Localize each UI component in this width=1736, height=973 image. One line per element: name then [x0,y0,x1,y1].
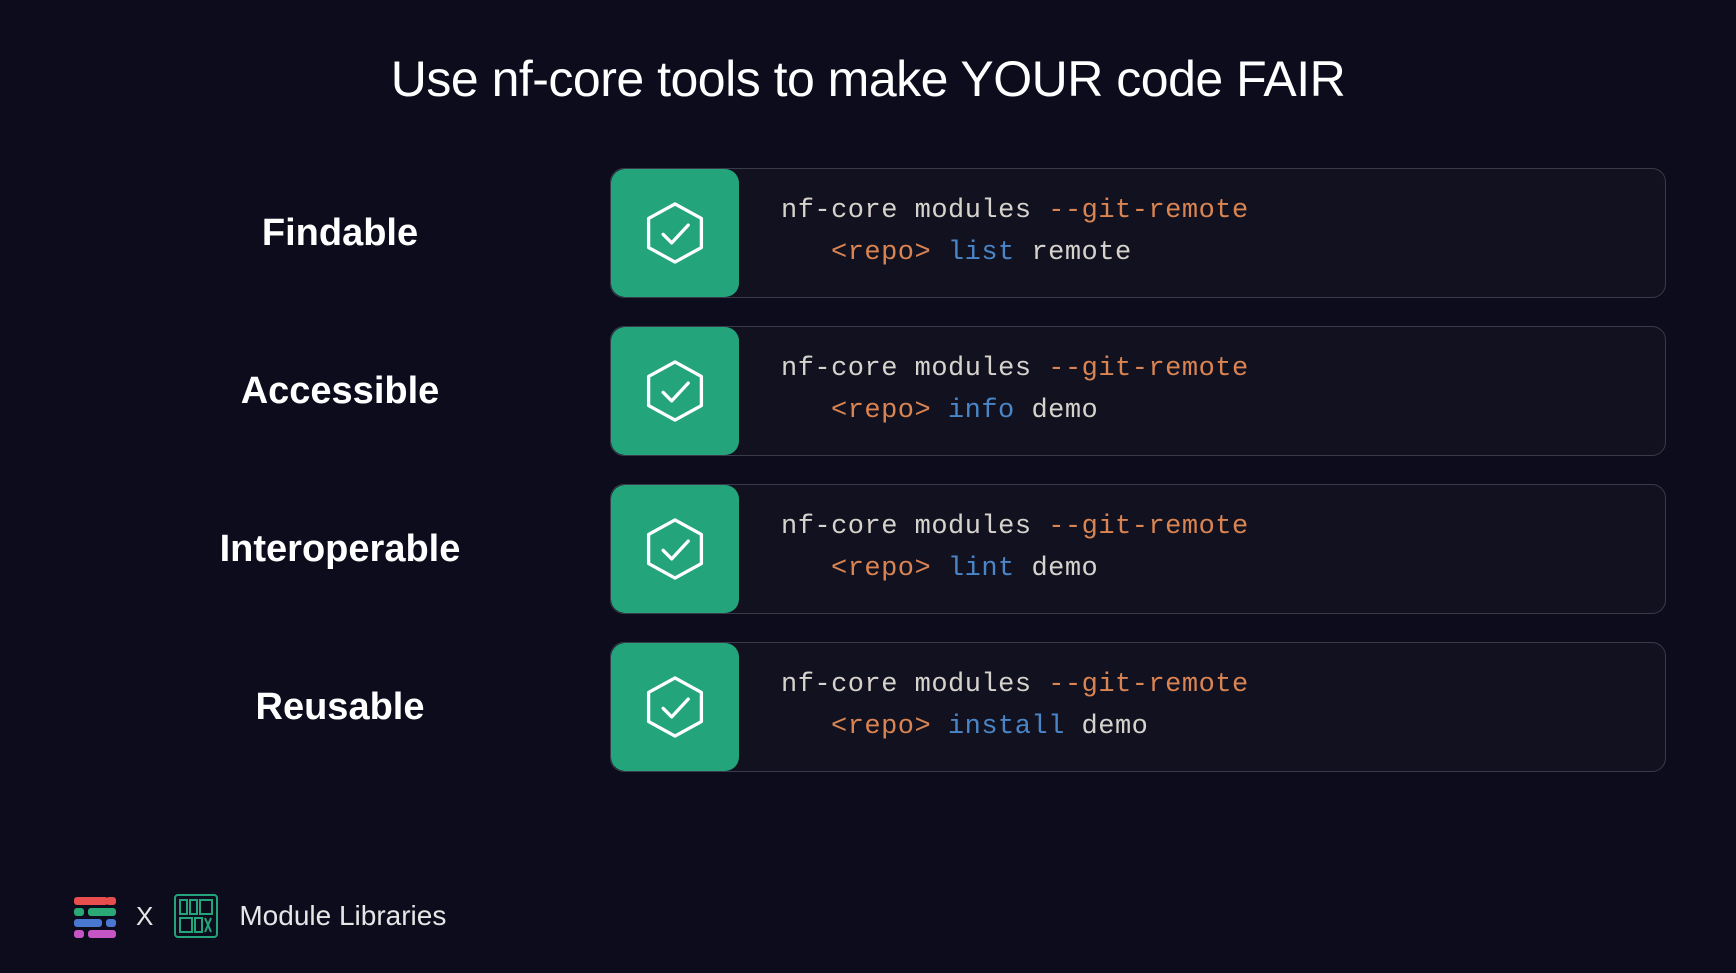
flag: --git-remote [1048,196,1248,226]
library-icon [173,893,219,939]
arg: demo [1082,712,1149,742]
code-text: nf-core modules --git-remote <repo> lint… [739,485,1665,613]
hexagon-check-icon [611,485,739,613]
row-label: Findable [70,212,610,255]
slide-title: Use nf-core tools to make YOUR code FAIR [0,0,1736,108]
flag: --git-remote [1048,670,1248,700]
footer-x: X [136,901,153,932]
subcmd: list [948,238,1015,268]
seqera-logo-icon [74,895,116,937]
row-interoperable: Interoperable nf-core modules --git-remo… [70,484,1666,614]
cmd: nf-core modules [781,196,1032,226]
subcmd: info [948,396,1015,426]
angle: <repo> [831,712,931,742]
hexagon-check-icon [611,327,739,455]
row-label: Interoperable [70,528,610,571]
code-block: nf-core modules --git-remote <repo> info… [610,326,1666,456]
arg: remote [1031,238,1131,268]
footer: X Module Libraries [74,893,446,939]
flag: --git-remote [1048,512,1248,542]
fair-rows: Findable nf-core modules --git-remote <r… [0,168,1736,772]
row-label: Accessible [70,370,610,413]
code-block: nf-core modules --git-remote <repo> list… [610,168,1666,298]
hexagon-check-icon [611,643,739,771]
cmd: nf-core modules [781,512,1032,542]
hexagon-check-icon [611,169,739,297]
footer-label: Module Libraries [239,900,446,932]
code-text: nf-core modules --git-remote <repo> inst… [739,643,1665,771]
row-findable: Findable nf-core modules --git-remote <r… [70,168,1666,298]
angle: <repo> [831,396,931,426]
arg: demo [1031,554,1098,584]
subcmd: lint [948,554,1015,584]
cmd: nf-core modules [781,354,1032,384]
row-label: Reusable [70,686,610,729]
code-text: nf-core modules --git-remote <repo> info… [739,327,1665,455]
code-text: nf-core modules --git-remote <repo> list… [739,169,1665,297]
cmd: nf-core modules [781,670,1032,700]
code-block: nf-core modules --git-remote <repo> lint… [610,484,1666,614]
subcmd: install [948,712,1065,742]
row-reusable: Reusable nf-core modules --git-remote <r… [70,642,1666,772]
angle: <repo> [831,238,931,268]
code-block: nf-core modules --git-remote <repo> inst… [610,642,1666,772]
row-accessible: Accessible nf-core modules --git-remote … [70,326,1666,456]
angle: <repo> [831,554,931,584]
flag: --git-remote [1048,354,1248,384]
arg: demo [1031,396,1098,426]
